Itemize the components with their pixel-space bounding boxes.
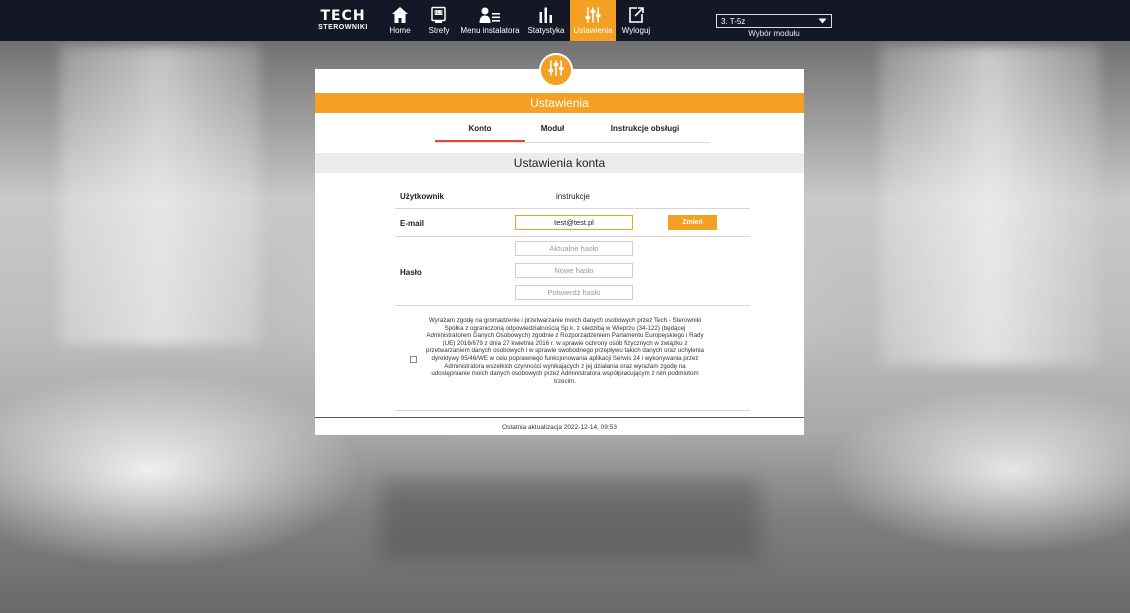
logout-icon — [627, 4, 645, 26]
logo-sub-text: STEROWNIKI — [318, 24, 368, 31]
home-icon — [391, 4, 409, 26]
statistics-bars-icon — [538, 4, 554, 26]
nav-home[interactable]: Home — [380, 0, 420, 41]
nav-installer-menu[interactable]: Menu instalatora — [458, 0, 522, 41]
nav-settings[interactable]: Ustawienia — [570, 0, 616, 41]
tab-account[interactable]: Konto — [435, 121, 525, 142]
module-select[interactable]: 3. T-5z — [716, 14, 832, 28]
section-title: Ustawienia konta — [315, 153, 804, 173]
background-window-right — [880, 45, 1100, 365]
email-label: E-mail — [400, 219, 425, 228]
nav-home-label: Home — [389, 26, 411, 35]
password-label: Hasło — [400, 268, 422, 277]
tab-module[interactable]: Moduł — [525, 121, 580, 142]
settings-panel: Ustawienia Konto Moduł Instrukcje obsług… — [315, 69, 804, 435]
row-divider — [395, 236, 750, 237]
new-password-input[interactable]: Nowe hasło — [515, 263, 633, 278]
row-divider — [395, 410, 750, 411]
last-update-text: Ostatnia aktualizacja 2022-12-14, 09:53 — [502, 423, 617, 431]
tech-logo[interactable]: TECH STEROWNIKI — [312, 0, 374, 41]
consent-text: Wyrażam zgodę na gromadzenie i przetwarz… — [426, 317, 704, 385]
nav-statistics-label: Statystyka — [527, 26, 565, 35]
logo-main-text: TECH — [320, 8, 366, 24]
background-table — [380, 480, 760, 560]
module-selected-value: 3. T-5z — [721, 16, 746, 26]
panel-header: Ustawienia — [315, 93, 804, 113]
footer-divider — [315, 417, 804, 418]
nav-installer-label: Menu instalatora — [460, 26, 520, 35]
consent-checkbox[interactable] — [410, 356, 417, 363]
module-select-label: Wybór modułu — [748, 29, 800, 38]
zones-icon-text: 21.5 — [434, 10, 443, 15]
top-navigation-bar: TECH STEROWNIKI Home 21.5 Strefy Menu in… — [0, 0, 1130, 41]
nav-statistics[interactable]: Statystyka — [522, 0, 570, 41]
confirm-password-input[interactable]: Potwierdź hasło — [515, 285, 633, 300]
settings-sliders-icon — [547, 59, 565, 82]
user-label: Użytkownik — [400, 192, 445, 201]
background-window-left — [60, 45, 260, 345]
nav-settings-label: Ustawienia — [573, 26, 613, 35]
nav-zones-label: Strefy — [428, 26, 450, 35]
email-input[interactable]: test@test.pl — [515, 215, 633, 230]
current-password-input[interactable]: Aktualne hasło — [515, 241, 633, 256]
main-nav: TECH STEROWNIKI Home 21.5 Strefy Menu in… — [312, 0, 656, 41]
row-divider — [395, 305, 750, 306]
tab-instructions[interactable]: Instrukcje obsługi — [580, 121, 710, 142]
zones-thermostat-icon: 21.5 — [430, 4, 448, 26]
change-email-button[interactable]: Zmień — [668, 215, 717, 230]
chevron-down-icon — [818, 17, 827, 26]
module-selector: 3. T-5z Wybór modułu — [716, 14, 832, 38]
row-divider — [395, 208, 750, 209]
nav-logout-label: Wyloguj — [621, 26, 651, 35]
nav-logout[interactable]: Wyloguj — [616, 0, 656, 41]
settings-badge — [539, 53, 573, 87]
installer-user-icon — [479, 4, 501, 26]
user-value: instrukcje — [556, 192, 590, 201]
settings-sliders-icon — [584, 4, 602, 26]
settings-tabs: Konto Moduł Instrukcje obsługi — [435, 121, 710, 143]
nav-zones[interactable]: 21.5 Strefy — [420, 0, 458, 41]
